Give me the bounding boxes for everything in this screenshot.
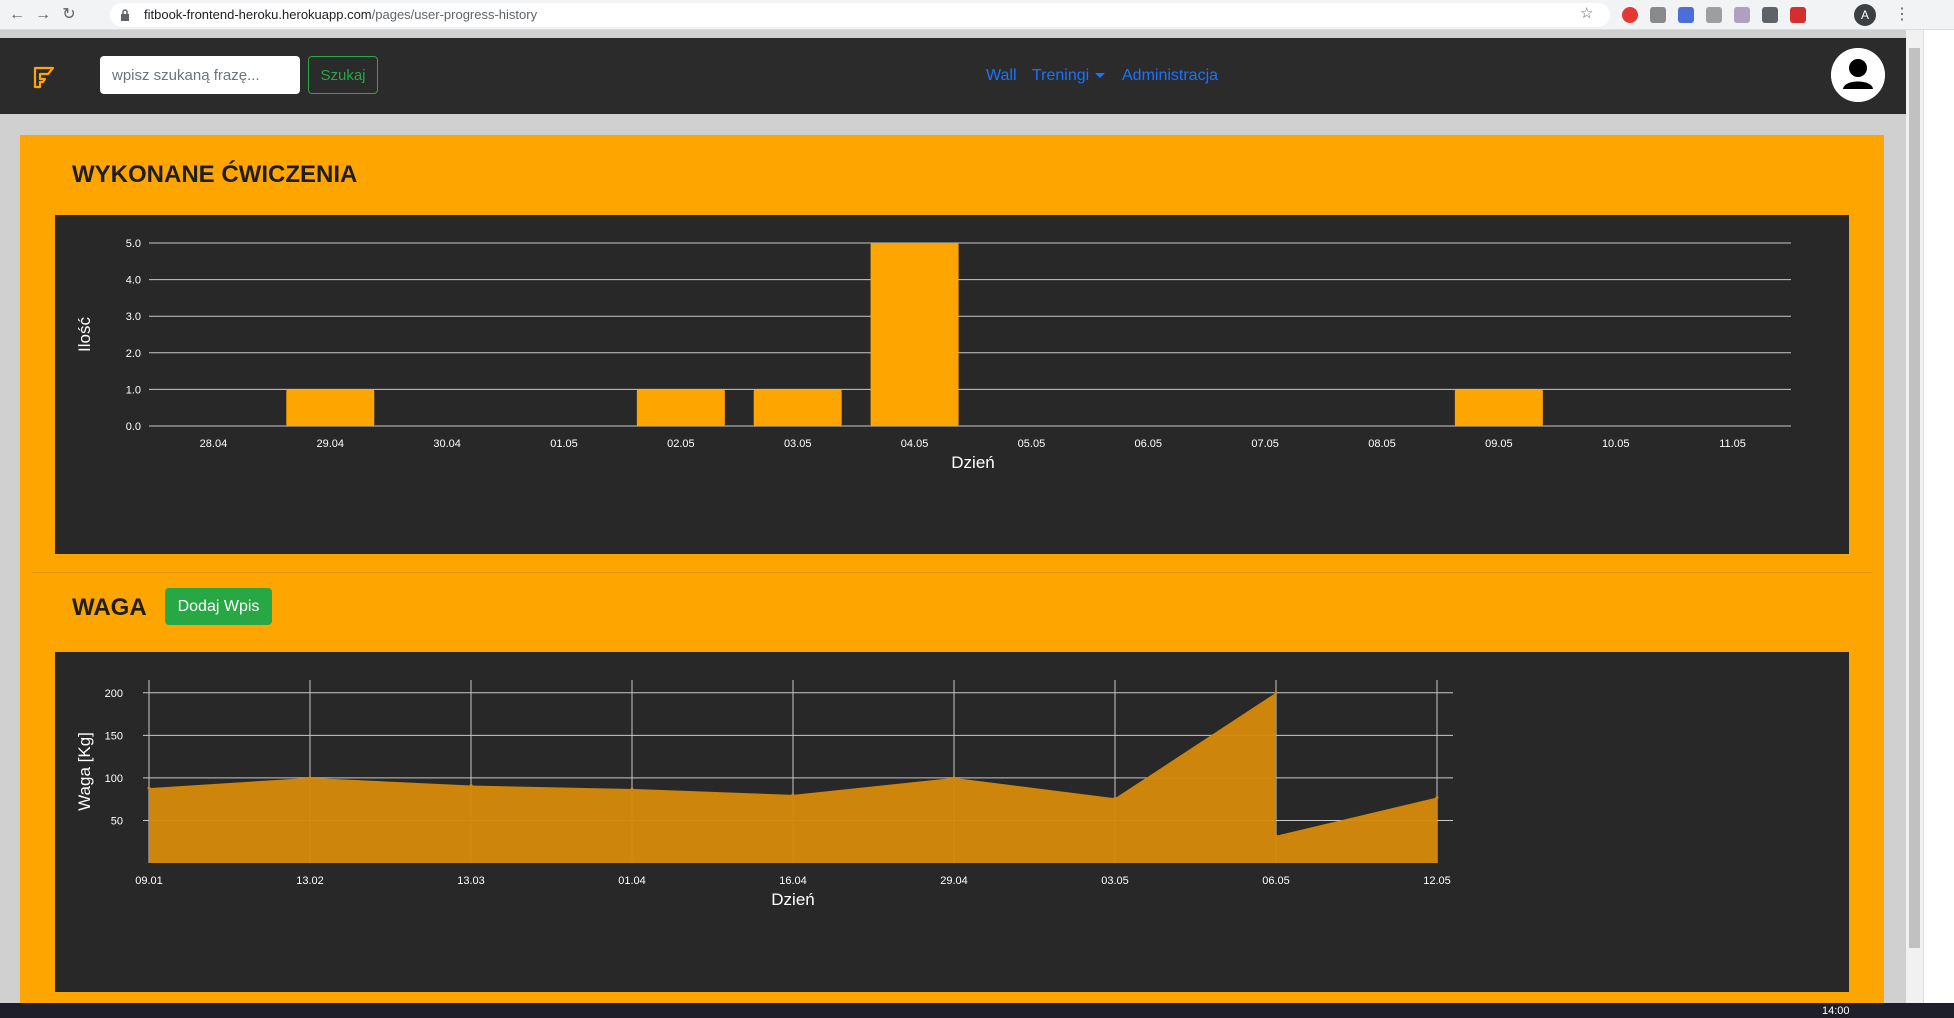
y-tick-label: 2.0 — [126, 348, 141, 360]
x-axis-label: Dzień — [951, 453, 994, 472]
bar — [870, 243, 959, 426]
section-divider — [32, 572, 1872, 573]
bar — [286, 389, 375, 426]
x-tick-label: 06.05 — [1135, 438, 1163, 450]
data-point — [469, 784, 473, 788]
x-tick-label: 01.05 — [550, 438, 578, 450]
y-axis-label: Waga [Kg] — [75, 732, 94, 811]
nav-link-wall[interactable]: Wall — [986, 67, 1017, 85]
x-tick-label: 02.05 — [667, 438, 695, 450]
add-entry-button[interactable]: Dodaj Wpis — [165, 588, 272, 625]
y-tick-label: 0.0 — [126, 421, 141, 433]
lock-icon — [121, 9, 129, 21]
search-button[interactable]: Szukaj — [308, 56, 378, 94]
facebook-extension-icon[interactable] — [1762, 7, 1778, 23]
taskbar-clock: 14:00 — [1822, 1005, 1850, 1017]
os-taskbar: 14:00 — [0, 1003, 1954, 1018]
y-tick-label: 150 — [105, 730, 123, 742]
media-extension-icon[interactable] — [1790, 7, 1806, 23]
fitbook-logo-icon[interactable] — [32, 65, 56, 89]
y-tick-label: 100 — [105, 773, 123, 785]
x-tick-label: 08.05 — [1368, 438, 1396, 450]
x-tick-label: 16.04 — [779, 875, 807, 887]
clipboard-extension-icon[interactable] — [1706, 7, 1722, 23]
camera-extension-icon[interactable] — [1650, 7, 1666, 23]
y-tick-label: 4.0 — [126, 275, 141, 287]
top-navbar: Szukaj Wall Treningi Administracja — [0, 38, 1906, 114]
calendar-extension-icon[interactable] — [1734, 7, 1750, 23]
main-content: WYKONANE ĆWICZENIA 0.0 1.0 2.0 3.0 4.0 5.0 28.… — [20, 135, 1884, 1003]
data-point — [1435, 795, 1439, 799]
adblock-extension-icon[interactable] — [1622, 7, 1638, 23]
data-point — [1274, 834, 1278, 838]
x-tick-label: 01.04 — [618, 875, 646, 887]
y-tick-label: 1.0 — [126, 384, 141, 396]
x-tick-label: 04.05 — [901, 438, 929, 450]
back-icon[interactable]: ← — [6, 4, 28, 26]
x-tick-label: 10.05 — [1602, 438, 1630, 450]
data-point — [1113, 796, 1117, 800]
x-tick-label: 03.05 — [784, 438, 812, 450]
x-tick-label: 03.05 — [1101, 875, 1129, 887]
data-point — [308, 776, 312, 780]
x-tick-label: 28.04 — [200, 438, 228, 450]
nav-dropdown-trainings[interactable]: Treningi — [1032, 67, 1106, 85]
x-tick-label: 11.05 — [1719, 438, 1746, 450]
bar — [636, 389, 725, 426]
weight-section-title: WAGA — [72, 594, 147, 621]
bar — [1454, 389, 1543, 426]
address-bar[interactable]: fitbook-frontend-heroku.herokuapp.com/pa… — [110, 3, 1610, 27]
exercises-section-title: WYKONANE ĆWICZENIA — [72, 161, 358, 188]
caret-down-icon — [1095, 73, 1106, 79]
x-tick-label: 09.01 — [135, 875, 163, 887]
x-tick-label: 13.02 — [296, 875, 324, 887]
x-tick-label: 07.05 — [1251, 438, 1279, 450]
y-axis-label: Ilość — [75, 317, 94, 352]
y-tick-label: 5.0 — [126, 238, 141, 250]
screenshot-extension-icon[interactable] — [1678, 7, 1694, 23]
y-tick-label: 200 — [105, 688, 123, 700]
data-point — [791, 793, 795, 797]
x-tick-label: 05.05 — [1018, 438, 1046, 450]
scrollbar-thumb[interactable] — [1909, 48, 1920, 948]
profile-avatar[interactable]: A — [1854, 4, 1876, 26]
nav-link-administration[interactable]: Administracja — [1122, 67, 1218, 85]
user-avatar-icon[interactable] — [1831, 48, 1885, 102]
data-point — [147, 786, 151, 790]
browser-toolbar: ← → ↻ fitbook-frontend-heroku.herokuapp.… — [0, 0, 1954, 30]
page-scrollbar[interactable] — [1906, 30, 1923, 1003]
page-viewport: Szukaj Wall Treningi Administracja WYKON… — [0, 30, 1906, 1003]
side-panel — [1923, 30, 1954, 1003]
nav-trainings-label: Treningi — [1032, 67, 1090, 84]
weight-chart-container: 50 100 150 200 09.01 13.02 13.03 01.04 16.04 29.0… — [55, 652, 1849, 992]
forward-icon[interactable]: → — [32, 4, 54, 26]
x-tick-label: 29.04 — [317, 438, 345, 450]
bookmark-star-icon[interactable]: ☆ — [1580, 4, 1593, 22]
x-tick-label: 29.04 — [940, 875, 968, 887]
reload-icon[interactable]: ↻ — [58, 4, 80, 26]
search-input[interactable] — [100, 56, 300, 94]
exercises-bar-chart: 0.0 1.0 2.0 3.0 4.0 5.0 28.04 29.04 30.04 01.05 02… — [75, 238, 1791, 472]
x-tick-label: 30.04 — [433, 438, 461, 450]
data-point — [952, 776, 956, 780]
more-menu-icon[interactable]: ⋮ — [1894, 4, 1910, 24]
y-tick-label: 3.0 — [126, 311, 141, 323]
x-tick-label: 13.03 — [457, 875, 485, 887]
x-tick-label: 06.05 — [1262, 875, 1290, 887]
exercises-chart-container: 0.0 1.0 2.0 3.0 4.0 5.0 28.04 29.04 30.04 01.05 02… — [55, 215, 1849, 554]
url-text: fitbook-frontend-heroku.herokuapp.com/pa… — [144, 7, 538, 22]
data-point — [630, 787, 634, 791]
bar — [753, 389, 842, 426]
x-tick-label: 12.05 — [1423, 875, 1451, 887]
x-tick-label: 09.05 — [1485, 438, 1513, 450]
data-point — [1274, 691, 1278, 695]
weight-area-chart: 50 100 150 200 09.01 13.02 13.03 01.04 16.04 29.0… — [75, 680, 1453, 909]
y-tick-label: 50 — [111, 815, 123, 827]
x-axis-label: Dzień — [771, 890, 814, 909]
